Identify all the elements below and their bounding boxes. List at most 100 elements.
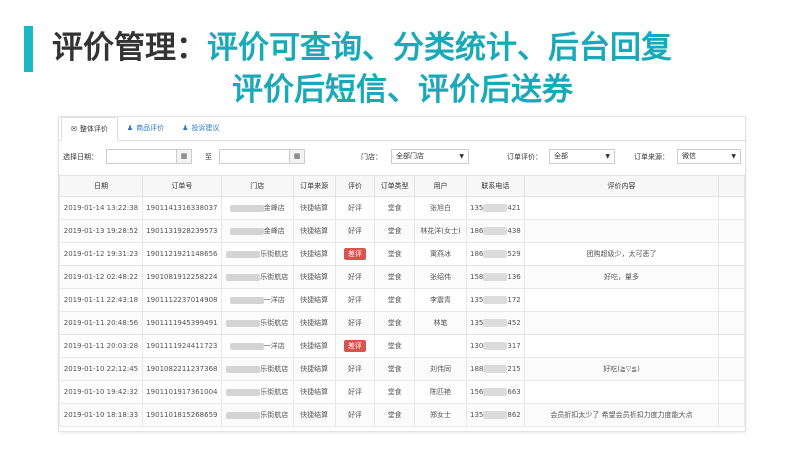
phone-suffix: 421 — [507, 204, 521, 212]
caret-down-icon: ▼ — [731, 153, 736, 160]
date-separator: 至 — [205, 153, 212, 161]
cell-store: 乐街航店 — [220, 380, 294, 404]
cell-rating: 好评 — [334, 357, 376, 381]
cell-order-type: 堂食 — [374, 196, 416, 220]
cell-store: 乐街航店 — [220, 265, 294, 289]
cell-rating: 好评 — [334, 380, 376, 404]
store-select[interactable]: 全部门店 ▼ — [391, 149, 469, 164]
cell-order-no: 1901101815268659 — [141, 403, 222, 427]
slide-title: 评价管理：评价可查询、分类统计、后台回复 — [52, 22, 672, 67]
cell-rating: 好评 — [334, 311, 376, 335]
phone-suffix: 452 — [507, 319, 521, 327]
table-row[interactable]: 2019-01-13 19:28:52 1901131928239573 金峰店 快捷… — [59, 219, 745, 243]
redacted-phone-digits — [483, 411, 508, 419]
cell-date: 2019-01-11 22:43:18 — [59, 288, 143, 312]
redacted-store-name — [226, 250, 261, 258]
table-row[interactable]: 2019-01-10 18:18:33 1901101815268659 乐街航店快… — [59, 403, 745, 427]
store-label: 门店： — [361, 153, 382, 161]
cell-action — [718, 403, 745, 427]
cell-action — [718, 334, 745, 358]
table-row[interactable]: 2019-01-11 20:03:28 1901111924411723 一洋店 快捷… — [59, 334, 745, 358]
redacted-phone-digits — [483, 204, 508, 212]
cell-source: 快捷结算 — [292, 403, 336, 427]
caret-down-icon: ▼ — [459, 153, 464, 160]
redacted-store-name — [226, 411, 261, 419]
cell-date: 2019-01-10 19:42:32 — [59, 380, 143, 404]
rating-text: 好评 — [347, 273, 362, 281]
rating-text: 好评 — [347, 227, 362, 235]
table-row[interactable]: 2019-01-12 02:48:22 1901081912258224 乐街航店快… — [59, 265, 745, 289]
phone-suffix: 438 — [507, 227, 521, 235]
store-suffix: 乐街航店 — [260, 365, 289, 373]
title-features-line1: 评价可查询、分类统计、后台回复 — [207, 30, 672, 66]
cell-phone: 135 421 — [465, 196, 525, 220]
cell-date: 2019-01-12 19:31:23 — [59, 242, 143, 266]
redacted-store-name — [229, 204, 264, 212]
cell-review-content: 好吃，量多 — [523, 265, 720, 289]
cell-rating: 好评 — [334, 265, 376, 289]
cell-rating: 好评 — [334, 403, 376, 427]
cell-date: 2019-01-10 18:18:33 — [59, 403, 143, 427]
date-end-input[interactable]: ▦ — [219, 149, 305, 164]
redacted-phone-digits — [483, 388, 508, 396]
source-select[interactable]: 微信 ▼ — [677, 149, 741, 164]
calendar-icon[interactable]: ▦ — [176, 150, 191, 163]
cell-phone: 135 862 — [465, 403, 525, 427]
cell-rating: 差评 — [334, 334, 376, 358]
cell-date: 2019-01-13 19:28:52 — [59, 219, 143, 243]
cell-review-content — [523, 196, 720, 220]
cell-order-type: 堂食 — [374, 357, 416, 381]
table-row[interactable]: 2019-01-12 19:31:23 1901121921148656 乐街航店快… — [59, 242, 745, 266]
cell-source: 快捷结算 — [292, 265, 336, 289]
redacted-phone-digits — [483, 227, 508, 235]
user-icon: ♟ — [126, 123, 134, 132]
store-suffix: 乐街航店 — [260, 319, 289, 327]
cell-phone: 135 452 — [465, 311, 525, 335]
rating-text: 好评 — [347, 411, 362, 419]
phone-suffix: 317 — [507, 342, 521, 350]
column-header: 联系电话 — [465, 175, 525, 197]
tab-label: 整体评价 — [79, 125, 108, 133]
rating-select[interactable]: 全部 ▼ — [549, 149, 615, 164]
rating-label: 订单评价： — [507, 153, 542, 161]
table-row[interactable]: 2019-01-14 13:22:38 1901141316338037 金峰店 快捷… — [59, 196, 745, 220]
cell-order-no: 1901101917361004 — [141, 380, 222, 404]
cell-order-no: 1901121921148656 — [141, 242, 222, 266]
phone-prefix: 186 — [470, 227, 484, 235]
store-suffix: 一洋店 — [263, 342, 285, 350]
cell-source: 快捷结算 — [292, 334, 336, 358]
tab-0[interactable]: ✉ 整体评价 — [61, 117, 118, 141]
cell-order-type: 堂食 — [374, 219, 416, 243]
cell-phone: 186 438 — [465, 219, 525, 243]
table-row[interactable]: 2019-01-10 22:12:45 1901082211237368 乐街航店快… — [59, 357, 745, 381]
calendar-icon[interactable]: ▦ — [289, 150, 304, 163]
cell-user: 张绍伟 — [414, 265, 467, 289]
cell-review-content: 好吃(≧▽≦) — [523, 357, 720, 381]
cell-source: 快捷结算 — [292, 380, 336, 404]
cell-order-no: 1901111945399491 — [141, 311, 222, 335]
cell-phone: 135 172 — [465, 288, 525, 312]
cell-store: 一洋店 — [220, 334, 294, 358]
phone-prefix: 135 — [470, 296, 484, 304]
column-header: 订单号 — [141, 175, 222, 197]
title-accent-bar — [24, 26, 33, 72]
column-header: 评价内容 — [523, 175, 720, 197]
cell-action — [718, 196, 745, 220]
tab-2[interactable]: ♟ 投诉建议 — [173, 116, 228, 140]
redacted-store-name — [226, 319, 261, 327]
cell-action — [718, 219, 745, 243]
redacted-phone-digits — [483, 319, 508, 327]
column-header: 评价 — [334, 175, 376, 197]
cell-store: 乐街航店 — [220, 242, 294, 266]
cell-source: 快捷结算 — [292, 288, 336, 312]
tab-1[interactable]: ♟ 商品评价 — [118, 116, 173, 140]
table-row[interactable]: 2019-01-10 19:42:32 1901101917361004 乐街航店快… — [59, 380, 745, 404]
table-row[interactable]: 2019-01-11 20:48:56 1901111945399491 乐街航店快… — [59, 311, 745, 335]
source-select-value: 微信 — [682, 152, 696, 160]
date-start-input[interactable]: ▦ — [106, 149, 192, 164]
title-features-line2: 评价后短信、评价后送券 — [232, 72, 573, 108]
table-row[interactable]: 2019-01-11 22:43:18 1901112237014908 一洋店 快捷… — [59, 288, 745, 312]
cell-date: 2019-01-11 20:48:56 — [59, 311, 143, 335]
source-label: 订单来源： — [634, 153, 669, 161]
cell-store: 乐街航店 — [220, 311, 294, 335]
